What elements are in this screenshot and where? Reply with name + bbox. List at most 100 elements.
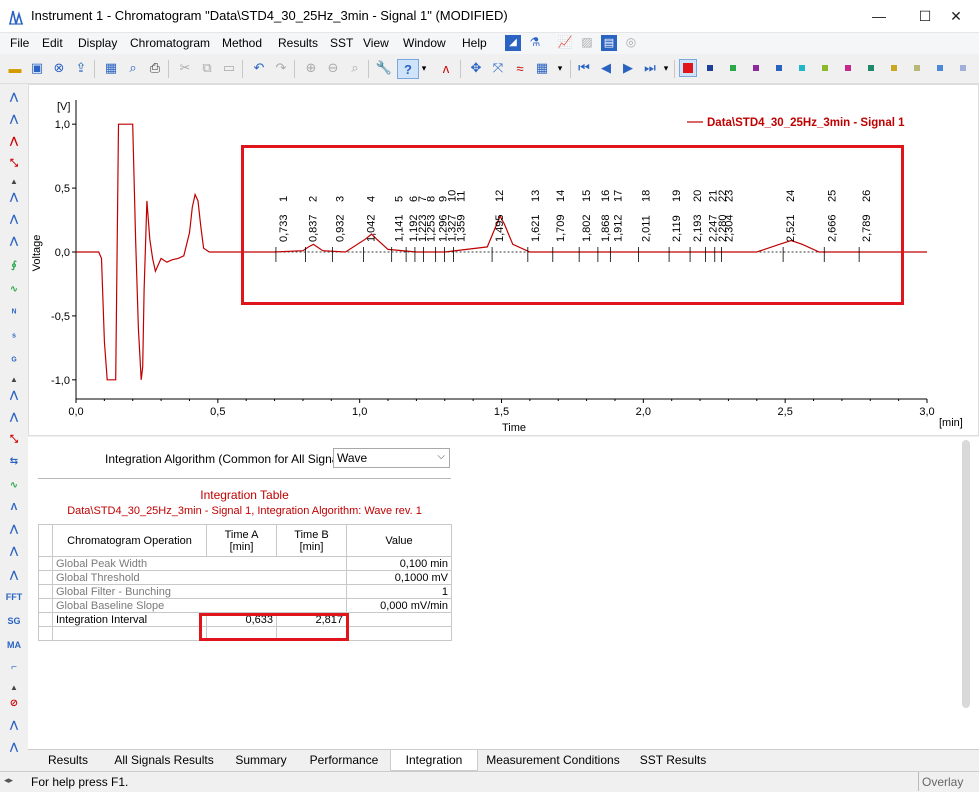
close-button[interactable]: ✕	[933, 0, 979, 32]
zoom-fit-icon[interactable]: ⌕	[346, 59, 364, 77]
tab-performance[interactable]: Performance	[304, 750, 384, 770]
menu-display[interactable]: Display	[78, 36, 117, 50]
menu-window[interactable]: Window	[403, 36, 446, 50]
color-swatch-olive[interactable]	[914, 65, 920, 71]
menu-chromatogram[interactable]: Chromatogram	[130, 36, 210, 50]
redo-icon[interactable]: ↷	[272, 59, 290, 77]
integration-tool-icon[interactable]: ∿	[5, 476, 23, 494]
integration-tool-icon[interactable]: ⤡	[5, 154, 23, 172]
color-swatch-lavender[interactable]	[960, 65, 966, 71]
next-icon[interactable]: ▶	[619, 59, 637, 77]
integration-tool-icon[interactable]: ˢ	[5, 328, 23, 346]
menu-results[interactable]: Results	[278, 36, 318, 50]
method-icon[interactable]: ◢	[505, 35, 521, 51]
integration-tool-icon[interactable]: ⋀	[5, 132, 23, 150]
flask-icon[interactable]: ⚗	[527, 35, 543, 51]
color-swatch-blue[interactable]	[776, 65, 782, 71]
integration-tool-icon[interactable]: ⊘	[5, 694, 23, 712]
zoom-preview-icon[interactable]: ⌕	[124, 59, 142, 77]
operation-cell[interactable]: Integration Interval	[52, 612, 207, 627]
ma-icon[interactable]: MA	[5, 636, 23, 654]
color-swatch-gold[interactable]	[891, 65, 897, 71]
calculator-icon[interactable]: ▦	[533, 59, 551, 77]
integration-tool-icon[interactable]: ⋀	[5, 210, 23, 228]
tab-all-signals-results[interactable]: All Signals Results	[110, 750, 218, 770]
move-icon[interactable]: ✥	[467, 59, 485, 77]
menu-view[interactable]: View	[363, 36, 389, 50]
table-row[interactable]: Global Threshold 0,1000 mV	[38, 570, 452, 585]
cut-icon[interactable]: ✂	[176, 59, 194, 77]
export-icon[interactable]: ⇪	[72, 59, 90, 77]
tab-summary[interactable]: Summary	[228, 750, 294, 770]
menu-sst[interactable]: SST	[330, 36, 353, 50]
print-preview-icon[interactable]: ▦	[102, 59, 120, 77]
menu-help[interactable]: Help	[462, 36, 487, 50]
chromatogram-graph[interactable]: 0,0 0,5 1,0 1,5 2,0 2,5 3,0 1,0 0,5 0,0 -0,5 -1,0 [V…	[28, 84, 979, 436]
minimize-button[interactable]: —	[856, 0, 902, 32]
integration-tool-icon[interactable]: ∮	[5, 256, 23, 274]
integration-tool-icon[interactable]: ⋀	[5, 188, 23, 206]
report-icon[interactable]: ▤	[601, 35, 617, 51]
color-swatch-green[interactable]	[730, 65, 736, 71]
value-cell[interactable]: 0,1000 mV	[346, 570, 452, 585]
integration-tool-icon[interactable]: ⋀	[5, 520, 23, 538]
value-cell[interactable]: 0,100 min	[346, 556, 452, 571]
previous-icon[interactable]: ◀	[597, 59, 615, 77]
color-swatch-purple[interactable]	[753, 65, 759, 71]
chevron-down-icon[interactable]: ▾	[661, 59, 671, 77]
peak-icon[interactable]: ʌ	[437, 59, 455, 77]
close-file-icon[interactable]: ⊗	[50, 59, 68, 77]
first-icon[interactable]: ⏮	[575, 59, 593, 77]
chevron-down-icon[interactable]: ▾	[555, 59, 565, 77]
image-icon[interactable]: ▨	[579, 35, 595, 51]
tab-measurement-conditions[interactable]: Measurement Conditions	[480, 750, 626, 770]
menu-method[interactable]: Method	[222, 36, 262, 50]
settings-disabled-icon[interactable]: ◎	[623, 35, 639, 51]
menu-file[interactable]: File	[10, 36, 29, 50]
integration-tool-icon[interactable]: ᴺ	[5, 304, 23, 322]
integration-tool-icon[interactable]: ⤡	[5, 430, 23, 448]
table-row[interactable]: Global Peak Width 0,100 min	[38, 556, 452, 571]
integration-tool-icon[interactable]: ᴳ	[5, 352, 23, 370]
print-icon[interactable]: ⎙	[146, 59, 164, 77]
color-swatch-lightblue[interactable]	[937, 65, 943, 71]
integration-tool-icon[interactable]: ⋀	[5, 408, 23, 426]
last-icon[interactable]: ⏭	[641, 59, 659, 77]
open-folder-icon[interactable]: ▬	[6, 59, 24, 77]
value-cell[interactable]	[346, 612, 452, 627]
help-cursor-icon[interactable]: ?	[397, 59, 419, 79]
operation-cell[interactable]: Global Filter - Bunching	[52, 584, 347, 599]
table-row[interactable]: Global Baseline Slope 0,000 mV/min	[38, 598, 452, 613]
integration-tool-icon[interactable]: ⋀	[5, 566, 23, 584]
undo-icon[interactable]: ↶	[250, 59, 268, 77]
color-swatch-navy[interactable]	[707, 65, 713, 71]
integration-tool-icon[interactable]: ⋀	[5, 738, 23, 756]
color-swatch-lime[interactable]	[822, 65, 828, 71]
chart-icon[interactable]: 📈	[557, 35, 573, 51]
integration-tool-icon[interactable]: ⋀	[5, 386, 23, 404]
paste-icon[interactable]: ▭	[220, 59, 238, 77]
integration-tool-icon[interactable]: ⋀	[5, 110, 23, 128]
chevron-down-icon[interactable]: ▾	[419, 59, 429, 77]
save-icon[interactable]: ▣	[28, 59, 46, 77]
integration-tool-icon[interactable]: ⌐	[5, 658, 23, 676]
sg-icon[interactable]: SG	[5, 612, 23, 630]
value-cell[interactable]: 0,000 mV/min	[346, 598, 452, 613]
algorithm-select[interactable]: Wave ⌵	[333, 448, 450, 468]
fullscreen-icon[interactable]: ⤧	[489, 59, 507, 77]
zoom-in-icon[interactable]: ⊕	[302, 59, 320, 77]
integration-tool-icon[interactable]: ⋀	[5, 716, 23, 734]
menu-edit[interactable]: Edit	[42, 36, 63, 50]
operation-cell[interactable]: Global Baseline Slope	[52, 598, 347, 613]
integration-tool-icon[interactable]: ∿	[5, 280, 23, 298]
operation-cell[interactable]: Global Peak Width	[52, 556, 347, 571]
integration-tool-icon[interactable]: ⋀	[5, 88, 23, 106]
fft-icon[interactable]: FFT	[5, 588, 23, 606]
integration-tool-icon[interactable]: Λ	[5, 498, 23, 516]
tab-results[interactable]: Results	[36, 750, 100, 770]
wrench-icon[interactable]: 🔧	[375, 59, 393, 77]
color-swatch-teal[interactable]	[868, 65, 874, 71]
zoom-out-icon[interactable]: ⊖	[324, 59, 342, 77]
color-swatch-cyan[interactable]	[799, 65, 805, 71]
tab-sst-results[interactable]: SST Results	[632, 750, 714, 770]
